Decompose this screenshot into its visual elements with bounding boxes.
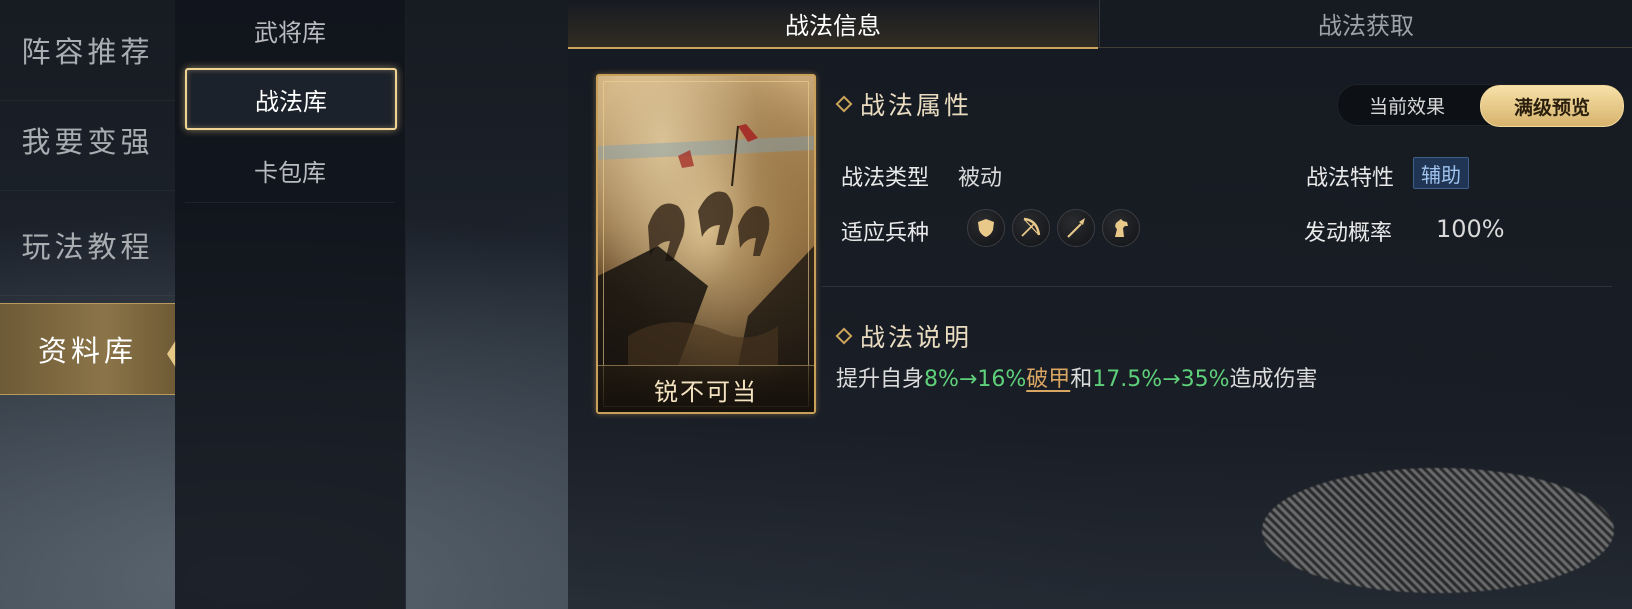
nav-item-label: 资料库	[37, 334, 137, 368]
desc-text: 和	[1070, 367, 1093, 392]
tactic-card: 锐不可当	[596, 74, 816, 414]
tab-tactic-info[interactable]: 战法信息	[568, 0, 1098, 49]
desc-value: 17.5%→35%	[1092, 367, 1230, 392]
sub-item-generals[interactable]: 武将库	[185, 0, 395, 60]
nav-item-lineup[interactable]: 阵容推荐	[0, 0, 175, 101]
card-frame	[603, 81, 809, 407]
effect-toggle: 当前效果 满级预览	[1337, 84, 1624, 127]
tab-label: 战法信息	[785, 12, 881, 40]
nav-item-tutorial[interactable]: 玩法教程	[0, 195, 175, 296]
sub-item-card-packs[interactable]: 卡包库	[185, 140, 395, 200]
left-nav: 阵容推荐 我要变强 玩法教程 资料库	[0, 0, 176, 609]
trait-tag: 辅助	[1413, 157, 1469, 189]
spear-icon	[1057, 209, 1095, 247]
max-preview-button[interactable]: 满级预览	[1480, 85, 1624, 127]
nav-item-database[interactable]: 资料库	[0, 303, 176, 395]
desc-text: 造成伤害	[1229, 367, 1318, 392]
nav-item-label: 我要变强	[21, 125, 154, 159]
description-header: 战法说明	[835, 318, 973, 354]
tab-bar: 战法信息 战法获取	[568, 0, 1632, 49]
tab-label: 战法获取	[1318, 12, 1414, 40]
tab-tactic-acquire[interactable]: 战法获取	[1100, 0, 1632, 47]
keyword-link[interactable]: 破甲	[1026, 367, 1070, 392]
card-title: 锐不可当	[598, 365, 814, 412]
nav-item-get-stronger[interactable]: 我要变强	[0, 90, 175, 191]
watermark-overlay	[1262, 468, 1614, 593]
sub-item-tactics[interactable]: 战法库	[185, 68, 397, 130]
trait-label: 战法特性	[1306, 166, 1395, 191]
attributes-header-text: 战法属性	[860, 91, 973, 120]
diamond-icon	[835, 95, 853, 113]
section-divider	[822, 286, 1612, 287]
shield-icon	[967, 209, 1005, 247]
tactic-description: 提升自身8%→16%破甲和17.5%→35%造成伤害	[836, 361, 1318, 393]
diamond-icon	[835, 327, 853, 345]
bow-icon	[1012, 209, 1050, 247]
rate-value: 100%	[1436, 215, 1505, 243]
sub-item-label: 战法库	[255, 87, 327, 116]
type-label: 战法类型	[841, 166, 930, 191]
current-effect-button[interactable]: 当前效果	[1338, 85, 1476, 125]
horse-icon	[1102, 209, 1140, 247]
divider	[185, 202, 395, 203]
nav-item-label: 玩法教程	[21, 230, 154, 264]
attributes-header: 战法属性	[835, 86, 973, 122]
sub-item-label: 武将库	[254, 18, 326, 47]
troop-label: 适应兵种	[841, 221, 930, 246]
sub-item-label: 卡包库	[254, 158, 326, 187]
nav-item-label: 阵容推荐	[21, 35, 154, 69]
desc-text: 提升自身	[836, 367, 925, 392]
description-header-text: 战法说明	[860, 323, 973, 352]
desc-value: 8%→16%	[924, 367, 1027, 392]
rate-label: 发动概率	[1304, 221, 1393, 246]
type-value: 被动	[958, 166, 1003, 191]
sub-nav: 武将库 战法库 卡包库	[175, 0, 406, 609]
